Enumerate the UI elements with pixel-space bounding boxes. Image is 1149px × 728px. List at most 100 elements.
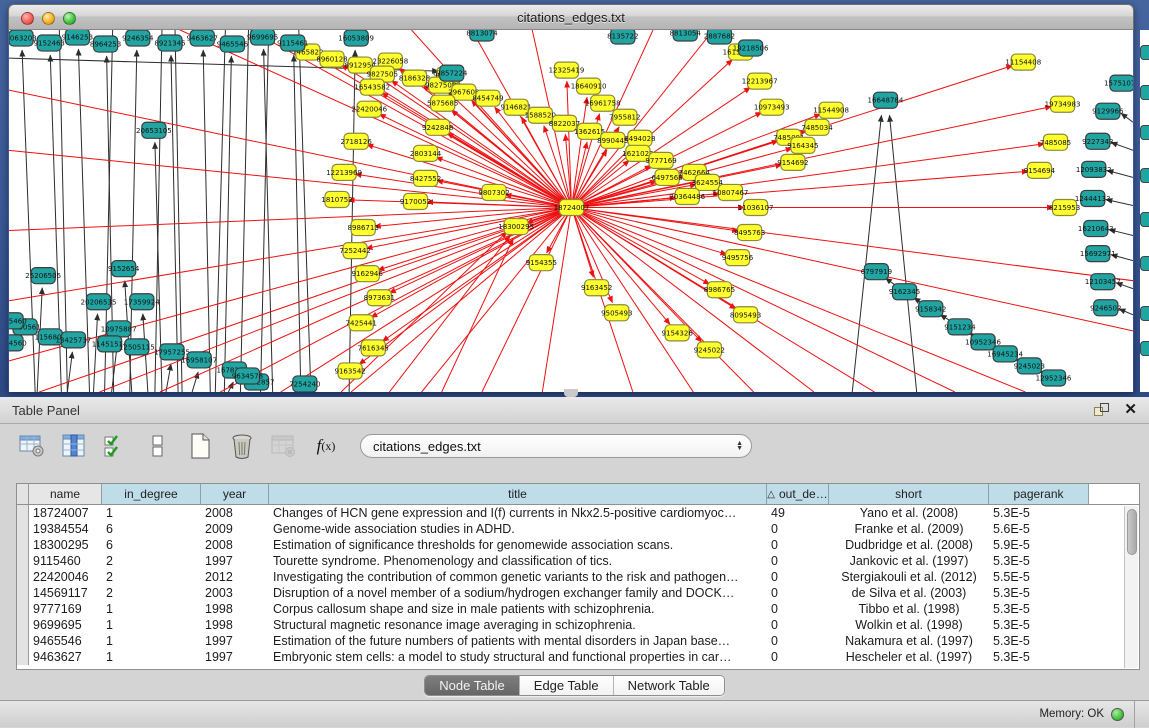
cell[interactable]: Investigating the contribution of common… (269, 569, 767, 585)
cell[interactable]: 0 (767, 617, 829, 633)
panel-drag-handle[interactable] (564, 389, 578, 397)
cell[interactable]: 0 (767, 521, 829, 537)
cell[interactable]: 1 (102, 601, 201, 617)
table-row[interactable]: 969969511998Structural magnetic resonanc… (17, 617, 1139, 633)
cell[interactable]: Estimation of significance thresholds fo… (269, 537, 767, 553)
column-header-title[interactable]: title (269, 484, 767, 504)
cell[interactable]: 22420046 (29, 569, 102, 585)
cell[interactable]: 1 (102, 633, 201, 649)
cell[interactable]: 5.6E-5 (989, 521, 1089, 537)
cell[interactable]: 1998 (201, 601, 269, 617)
network-canvas[interactable]: 1872400774658228960128891295423226058982… (9, 30, 1133, 392)
cell[interactable]: 0 (767, 601, 829, 617)
table-selector-dropdown[interactable]: citations_edges.txt ▲▼ (360, 434, 752, 458)
zoom-window-button[interactable] (63, 12, 76, 25)
cell[interactable]: 2008 (201, 537, 269, 553)
cell[interactable]: 0 (767, 537, 829, 553)
float-window-icon[interactable] (1094, 403, 1110, 417)
cell[interactable]: Yano et al. (2008) (829, 505, 989, 521)
cell[interactable]: Tibbo et al. (1998) (829, 601, 989, 617)
cell[interactable]: 14569117 (29, 585, 102, 601)
cell[interactable]: 5.3E-5 (989, 553, 1089, 569)
cell[interactable]: 9115460 (29, 553, 102, 569)
minimize-window-button[interactable] (42, 12, 55, 25)
table-row[interactable]: 911546021997Tourette syndrome. Phenomeno… (17, 553, 1139, 569)
cell[interactable]: Wolkin et al. (1998) (829, 617, 989, 633)
column-header-year[interactable]: year (201, 484, 269, 504)
cell[interactable]: 2003 (201, 585, 269, 601)
citation-network-graph[interactable]: 1872400774658228960128891295423226058982… (9, 30, 1133, 392)
cell[interactable]: 5.3E-5 (989, 585, 1089, 601)
table-row[interactable]: 2242004622012Investigating the contribut… (17, 569, 1139, 585)
cell[interactable]: Corpus callosum shape and size in male p… (269, 601, 767, 617)
cell[interactable]: Tourette syndrome. Phenomenology and cla… (269, 553, 767, 569)
table-row[interactable]: 977716911998Corpus callosum shape and si… (17, 601, 1139, 617)
cell[interactable]: 0 (767, 553, 829, 569)
tab-network-table[interactable]: Network Table (614, 676, 724, 695)
function-builder-icon[interactable]: f(x) (312, 432, 340, 460)
cell[interactable]: Jankovic et al. (1997) (829, 553, 989, 569)
cell[interactable]: Genome-wide association studies in ADHD. (269, 521, 767, 537)
cell[interactable]: 18300295 (29, 537, 102, 553)
column-header-in_degree[interactable]: in_degree (102, 484, 201, 504)
cell[interactable]: 9463627 (29, 649, 102, 665)
table-row[interactable]: 1872400712008Changes of HCN gene express… (17, 505, 1139, 521)
select-all-icon[interactable] (102, 432, 130, 460)
column-header-out_de[interactable]: △out_de… (767, 484, 829, 504)
cell[interactable]: Nakamura et al. (1997) (829, 633, 989, 649)
table-row[interactable]: 1830029562008Estimation of significance … (17, 537, 1139, 553)
cell[interactable]: 2 (102, 585, 201, 601)
close-window-button[interactable] (21, 12, 34, 25)
new-file-icon[interactable] (186, 432, 214, 460)
cell[interactable]: 6 (102, 521, 201, 537)
cell[interactable]: 5.3E-5 (989, 617, 1089, 633)
network-window-titlebar[interactable]: citations_edges.txt (8, 4, 1134, 30)
cell[interactable]: 1998 (201, 617, 269, 633)
cell[interactable]: Hescheler et al. (1997) (829, 649, 989, 665)
cell[interactable]: Disruption of a novel member of a sodium… (269, 585, 767, 601)
cell[interactable]: 9465546 (29, 633, 102, 649)
cell[interactable]: Embryonic stem cells: a model to study s… (269, 649, 767, 665)
cell[interactable]: 5.3E-5 (989, 601, 1089, 617)
table-row[interactable]: 1938455462009Genome-wide association stu… (17, 521, 1139, 537)
column-header-short[interactable]: short (829, 484, 989, 504)
cell[interactable]: Estimation of the future numbers of pati… (269, 633, 767, 649)
cell[interactable]: 49 (767, 505, 829, 521)
column-header-pagerank[interactable]: pagerank (989, 484, 1089, 504)
table-vertical-scrollbar[interactable] (1124, 506, 1138, 668)
cell[interactable]: 0 (767, 585, 829, 601)
memory-ok-indicator-icon[interactable] (1111, 708, 1124, 721)
cell[interactable]: 19384554 (29, 521, 102, 537)
tab-node-table[interactable]: Node Table (425, 676, 520, 695)
cell[interactable]: Stergiakouli et al. (2012) (829, 569, 989, 585)
tab-edge-table[interactable]: Edge Table (520, 676, 614, 695)
cell[interactable]: 5.3E-5 (989, 633, 1089, 649)
cell[interactable]: 9699695 (29, 617, 102, 633)
cell[interactable]: 5.9E-5 (989, 537, 1089, 553)
cell[interactable]: Changes of HCN gene expression and I(f) … (269, 505, 767, 521)
cell[interactable]: Dudbridge et al. (2008) (829, 537, 989, 553)
cell[interactable]: 5.3E-5 (989, 505, 1089, 521)
table-panel-titlebar[interactable]: Table Panel ✕ (0, 397, 1149, 424)
cell[interactable]: de Silva et al. (2003) (829, 585, 989, 601)
table-row[interactable]: 946554611997Estimation of the future num… (17, 633, 1139, 649)
cell[interactable]: 2 (102, 553, 201, 569)
cell[interactable]: Structural magnetic resonance image aver… (269, 617, 767, 633)
cell[interactable]: 5.5E-5 (989, 569, 1089, 585)
scrollbar-thumb[interactable] (1127, 509, 1137, 555)
unselect-all-icon[interactable] (144, 432, 172, 460)
cell[interactable]: 2008 (201, 505, 269, 521)
select-columns-icon[interactable] (60, 432, 88, 460)
table-row[interactable]: 1456911722003Disruption of a novel membe… (17, 585, 1139, 601)
cell[interactable]: 2012 (201, 569, 269, 585)
cell[interactable]: 18724007 (29, 505, 102, 521)
cell[interactable]: 5.3E-5 (989, 649, 1089, 665)
cell[interactable]: 0 (767, 569, 829, 585)
cell[interactable]: 6 (102, 537, 201, 553)
cell[interactable]: 1997 (201, 553, 269, 569)
cell[interactable]: 1 (102, 505, 201, 521)
cell[interactable]: 1 (102, 617, 201, 633)
cell[interactable]: 2009 (201, 521, 269, 537)
table-row[interactable]: 946362711997Embryonic stem cells: a mode… (17, 649, 1139, 665)
cell[interactable]: 1997 (201, 633, 269, 649)
